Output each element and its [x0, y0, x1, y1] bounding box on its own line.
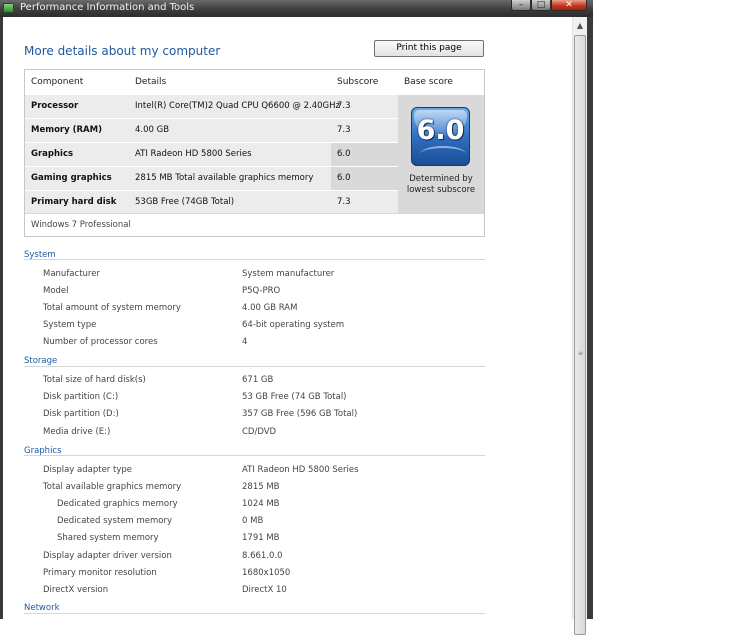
- title-bar[interactable]: Performance Information and Tools – □ ✕: [0, 0, 593, 17]
- window-frame-right: [587, 17, 593, 619]
- print-button[interactable]: Print this page: [374, 40, 484, 57]
- info-value: System manufacturer: [242, 269, 335, 279]
- component-subscore: 7.3: [337, 101, 351, 111]
- info-value: 4.00 GB RAM: [242, 303, 298, 313]
- score-row-hard-disk: Primary hard disk 53GB Free (74GB Total)…: [25, 191, 398, 214]
- info-value: ATI Radeon HD 5800 Series: [242, 465, 359, 475]
- close-icon: ✕: [565, 0, 573, 10]
- info-label: Disk partition (C:): [43, 392, 119, 402]
- performance-window: Performance Information and Tools – □ ✕ …: [0, 0, 593, 635]
- section-divider: [24, 366, 485, 367]
- info-label: Dedicated graphics memory: [57, 499, 178, 509]
- section-title-network: Network: [24, 603, 60, 613]
- info-label: Disk partition (D:): [43, 409, 119, 419]
- component-subscore: 6.0: [331, 143, 398, 166]
- info-value: P5Q-PRO: [242, 286, 281, 296]
- vertical-scrollbar[interactable]: ▲ ≡: [572, 17, 587, 635]
- desktop-background: [593, 0, 750, 619]
- base-score-value: 6.0: [416, 115, 465, 146]
- score-row-gaming-graphics: Gaming graphics 2815 MB Total available …: [25, 167, 398, 190]
- scroll-up-arrow-icon[interactable]: ▲: [573, 19, 587, 33]
- info-value: 8.661.0.0: [242, 551, 283, 561]
- component-label: Graphics: [31, 149, 74, 159]
- info-value: 671 GB: [242, 375, 274, 385]
- component-subscore: 7.3: [337, 125, 351, 135]
- header-base-score: Base score: [404, 77, 453, 87]
- info-label: Total amount of system memory: [43, 303, 181, 313]
- maximize-button[interactable]: □: [531, 0, 551, 11]
- component-details: 53GB Free (74GB Total): [135, 197, 235, 207]
- info-label: Shared system memory: [57, 533, 159, 543]
- info-value: 357 GB Free (596 GB Total): [242, 409, 358, 419]
- component-details: Intel(R) Core(TM)2 Quad CPU Q6600 @ 2.40…: [135, 101, 340, 111]
- info-value: 1024 MB: [242, 499, 280, 509]
- info-label: Total available graphics memory: [43, 482, 182, 492]
- window-title: Performance Information and Tools: [20, 2, 195, 13]
- base-score-badge-icon: 6.0: [411, 107, 470, 166]
- component-subscore: 7.3: [337, 197, 351, 207]
- section-title-storage: Storage: [24, 356, 58, 366]
- info-value: 1791 MB: [242, 533, 280, 543]
- info-label: Dedicated system memory: [57, 516, 173, 526]
- info-label: Display adapter driver version: [43, 551, 172, 561]
- component-label: Primary hard disk: [31, 197, 117, 207]
- badge-swoosh: [420, 146, 466, 162]
- component-subscore: 6.0: [331, 167, 398, 190]
- info-label: Number of processor cores: [43, 337, 158, 347]
- info-label: Total size of hard disk(s): [43, 375, 146, 385]
- section-divider: [24, 455, 485, 456]
- scroll-grip-icon: ≡: [578, 350, 584, 357]
- base-score-panel: 6.0 Determined by lowest subscore: [398, 95, 484, 213]
- performance-app-icon: [3, 3, 14, 13]
- component-details: ATI Radeon HD 5800 Series: [135, 149, 252, 159]
- os-name: Windows 7 Professional: [31, 220, 131, 230]
- header-subscore: Subscore: [337, 77, 379, 87]
- os-row: Windows 7 Professional: [25, 213, 484, 237]
- info-label: Display adapter type: [43, 465, 132, 475]
- info-label: Model: [43, 286, 69, 296]
- info-label: Media drive (E:): [43, 427, 111, 437]
- content-area: More details about my computer Print thi…: [3, 17, 572, 619]
- header-component: Component: [31, 77, 84, 87]
- info-label: DirectX version: [43, 585, 109, 595]
- score-table: Component Details Subscore Base score Pr…: [24, 69, 485, 237]
- base-score-description: Determined by lowest subscore: [406, 174, 476, 195]
- score-row-memory: Memory (RAM) 4.00 GB 7.3: [25, 119, 398, 142]
- info-value: 64-bit operating system: [242, 320, 345, 330]
- component-details: 2815 MB Total available graphics memory: [135, 173, 314, 183]
- info-label: System type: [43, 320, 97, 330]
- section-divider: [24, 613, 485, 614]
- info-value: DirectX 10: [242, 585, 287, 595]
- info-value: 2815 MB: [242, 482, 280, 492]
- info-value: 4: [242, 337, 248, 347]
- info-value: 0 MB: [242, 516, 264, 526]
- info-label: Primary monitor resolution: [43, 568, 157, 578]
- minimize-button[interactable]: –: [511, 0, 531, 11]
- score-row-processor: Processor Intel(R) Core(TM)2 Quad CPU Q6…: [25, 95, 398, 118]
- component-details: 4.00 GB: [135, 125, 170, 135]
- component-label: Gaming graphics: [31, 173, 112, 183]
- info-label: Manufacturer: [43, 269, 100, 279]
- component-label: Memory (RAM): [31, 125, 102, 135]
- info-value: 53 GB Free (74 GB Total): [242, 392, 347, 402]
- component-label: Processor: [31, 101, 79, 111]
- info-value: CD/DVD: [242, 427, 277, 437]
- header-details: Details: [135, 77, 167, 87]
- maximize-icon: □: [536, 0, 546, 10]
- scroll-thumb[interactable]: ≡: [574, 35, 586, 635]
- section-divider: [24, 259, 485, 260]
- page-title: More details about my computer: [24, 44, 221, 58]
- minimize-icon: –: [518, 0, 524, 10]
- close-button[interactable]: ✕: [551, 0, 587, 11]
- info-value: 1680x1050: [242, 568, 291, 578]
- score-row-graphics: Graphics ATI Radeon HD 5800 Series 6.0: [25, 143, 398, 166]
